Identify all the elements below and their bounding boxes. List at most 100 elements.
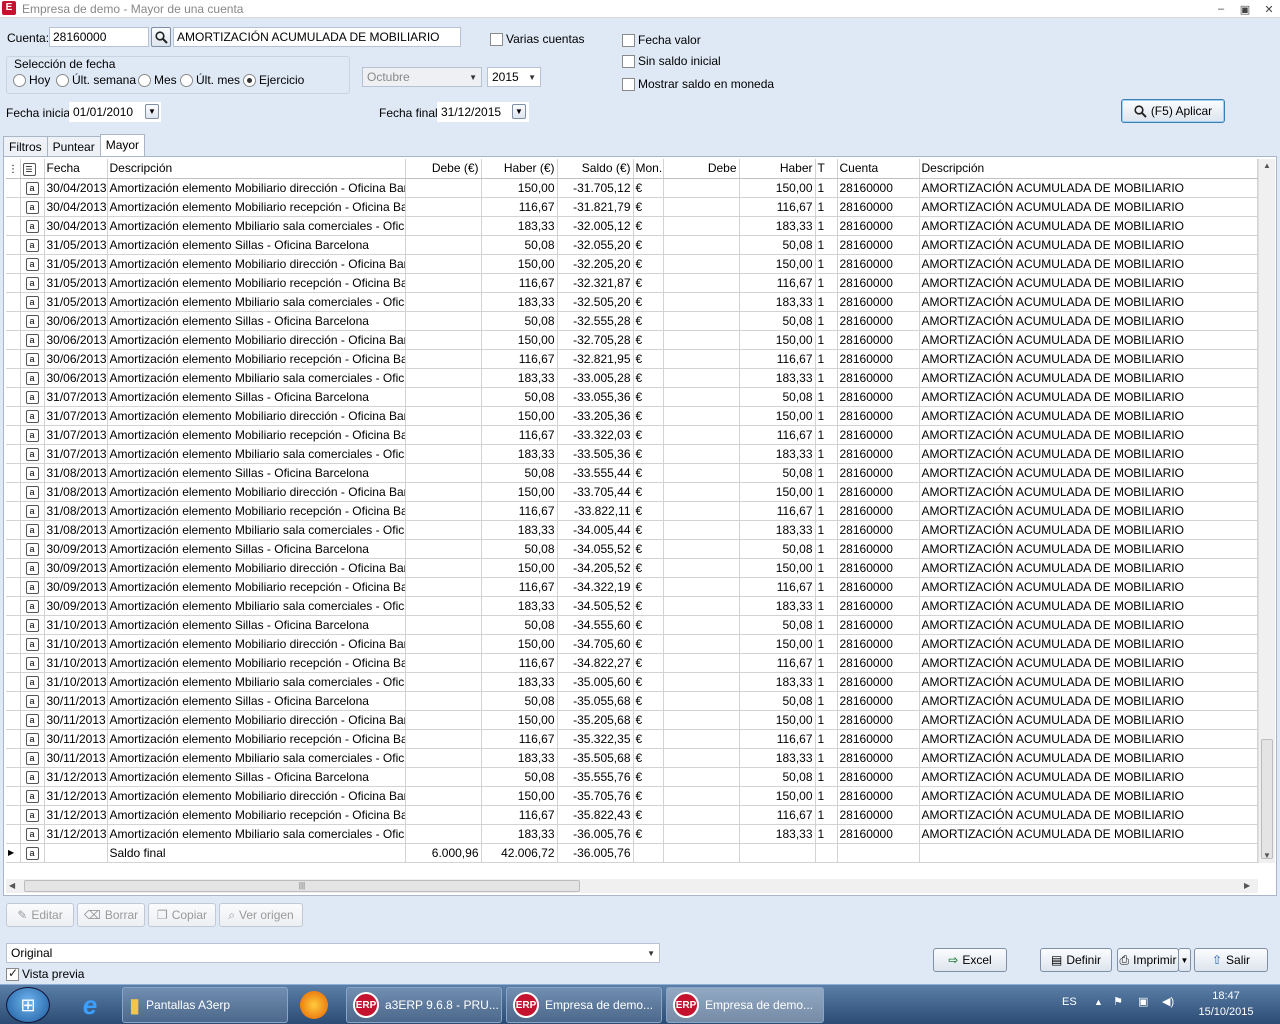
table-row[interactable]: a 30/11/2013 Amortización elemento Mobilia… — [6, 729, 1258, 749]
volume-icon[interactable]: ◀) — [1162, 995, 1174, 1008]
language-indicator[interactable]: ES — [1062, 996, 1077, 1008]
table-row[interactable]: a 30/06/2013 Amortización elemento Sillas … — [6, 311, 1258, 331]
minimize-icon[interactable]: – — [1214, 3, 1228, 15]
table-row[interactable]: a 30/04/2013 Amortización elemento Mobilia… — [6, 178, 1258, 198]
table-row[interactable]: a 30/06/2013 Amortización elemento Mobilia… — [6, 349, 1258, 369]
column-chooser-icon[interactable]: ☰ — [20, 159, 45, 179]
row-selector[interactable] — [6, 444, 21, 464]
table-row[interactable]: a 30/09/2013 Amortización elemento Mobilia… — [6, 558, 1258, 578]
row-selector[interactable] — [6, 292, 21, 312]
scroll-left-icon[interactable]: ◀ — [9, 881, 15, 890]
row-selector[interactable] — [6, 634, 21, 654]
row-selector[interactable] — [6, 216, 21, 236]
row-selector[interactable] — [6, 520, 21, 540]
tab-mayor[interactable]: Mayor — [99, 134, 146, 156]
row-selector[interactable] — [6, 501, 21, 521]
table-row[interactable]: a 30/04/2013 Amortización elemento Mbiliar… — [6, 216, 1258, 236]
table-row[interactable]: a 30/06/2013 Amortización elemento Mobilia… — [6, 330, 1258, 350]
col-haber-eur[interactable]: Haber (€) — [481, 159, 558, 179]
table-row[interactable]: a 31/05/2013 Amortización elemento Mbiliar… — [6, 292, 1258, 312]
table-row[interactable]: a 30/11/2013 Amortización elemento Sillas … — [6, 691, 1258, 711]
col-fecha[interactable]: Fecha — [44, 159, 108, 179]
row-selector[interactable] — [6, 406, 21, 426]
tab-filtros[interactable]: Filtros — [3, 136, 48, 156]
row-selector[interactable] — [6, 254, 21, 274]
radio-mes[interactable]: Mes — [138, 73, 177, 87]
table-row[interactable]: a 31/07/2013 Amortización elemento Mobilia… — [6, 425, 1258, 445]
taskbar-item-a3erp[interactable]: ERP a3ERP 9.6.8 - PRU... — [346, 987, 502, 1023]
row-selector[interactable] — [6, 767, 21, 787]
show-hidden-icons-icon[interactable]: ▲ — [1094, 997, 1103, 1007]
row-selector-current[interactable]: ▶ — [6, 843, 21, 863]
vertical-scrollbar[interactable]: ▲ ▼ — [1258, 159, 1275, 863]
horizontal-scrollbar[interactable]: ◀ ||| ▶ — [6, 879, 1258, 893]
vertical-scroll-thumb[interactable] — [1261, 739, 1273, 859]
row-selector[interactable] — [6, 558, 21, 578]
clock-time[interactable]: 18:47 — [1196, 990, 1256, 1002]
col-tipo[interactable]: T — [815, 159, 838, 179]
table-row[interactable]: a 31/08/2013 Amortización elemento Mobilia… — [6, 482, 1258, 502]
row-selector[interactable] — [6, 330, 21, 350]
table-row[interactable]: a 30/06/2013 Amortización elemento Mbiliar… — [6, 368, 1258, 388]
table-row[interactable]: a 31/10/2013 Amortización elemento Mobilia… — [6, 653, 1258, 673]
horizontal-scroll-thumb[interactable]: ||| — [24, 880, 580, 892]
row-selector[interactable] — [6, 691, 21, 711]
vista-previa-checkbox[interactable]: Vista previa — [6, 966, 84, 981]
row-selector[interactable] — [6, 425, 21, 445]
fecha-final-dropdown[interactable]: ▼ — [512, 104, 526, 119]
table-row[interactable]: a 31/10/2013 Amortización elemento Mobilia… — [6, 634, 1258, 654]
fecha-valor-checkbox[interactable]: Fecha valor — [622, 33, 701, 47]
scroll-down-icon[interactable]: ▼ — [1263, 851, 1271, 860]
row-selector[interactable] — [6, 178, 21, 198]
row-selector[interactable] — [6, 482, 21, 502]
copiar-button[interactable]: ❐ Copiar — [148, 903, 216, 927]
row-selector[interactable] — [6, 653, 21, 673]
sin-saldo-inicial-checkbox[interactable]: Sin saldo inicial — [622, 54, 721, 68]
imprimir-button[interactable]: ⎙ Imprimir — [1117, 948, 1179, 972]
table-row[interactable]: a 31/08/2013 Amortización elemento Sillas … — [6, 463, 1258, 483]
row-selector[interactable] — [6, 786, 21, 806]
row-selector[interactable] — [6, 273, 21, 293]
col-debe-eur[interactable]: Debe (€) — [405, 159, 482, 179]
table-row[interactable]: a 30/11/2013 Amortización elemento Mbiliar… — [6, 748, 1258, 768]
scroll-right-icon[interactable]: ▶ — [1244, 881, 1250, 890]
borrar-button[interactable]: ⌫ Borrar — [77, 903, 145, 927]
radio-ult-semana[interactable]: Últ. semana — [56, 73, 136, 87]
row-selector[interactable] — [6, 710, 21, 730]
row-selector[interactable] — [6, 311, 21, 331]
clock-date[interactable]: 15/10/2015 — [1192, 1006, 1260, 1018]
row-selector[interactable] — [6, 748, 21, 768]
definir-button[interactable]: ▤ Definir — [1040, 948, 1112, 972]
table-row[interactable]: a 31/12/2013 Amortización elemento Sillas … — [6, 767, 1258, 787]
col-moneda[interactable]: Mon. — [633, 159, 664, 179]
flag-icon[interactable]: ⚑ — [1113, 995, 1123, 1008]
total-row[interactable]: ▶ a Saldo final 6.000,96 42.006,72 -36.005,76 — [6, 843, 1258, 863]
firefox-taskbar[interactable] — [292, 987, 336, 1023]
table-row[interactable]: a 31/07/2013 Amortización elemento Mobilia… — [6, 406, 1258, 426]
table-row[interactable]: a 31/08/2013 Amortización elemento Mobilia… — [6, 501, 1258, 521]
row-selector[interactable] — [6, 197, 21, 217]
taskbar-item-empresa-2[interactable]: ERP Empresa de demo... — [666, 987, 824, 1023]
ver-origen-button[interactable]: ⌕ Ver origen — [219, 903, 303, 927]
cuenta-input[interactable]: 28160000 — [49, 27, 149, 47]
imprimir-dropdown[interactable]: ▼ — [1178, 948, 1191, 972]
table-row[interactable]: a 31/10/2013 Amortización elemento Sillas … — [6, 615, 1258, 635]
table-row[interactable]: a 30/09/2013 Amortización elemento Mobilia… — [6, 577, 1258, 597]
col-cuenta[interactable]: Cuenta — [837, 159, 920, 179]
table-row[interactable]: a 30/09/2013 Amortización elemento Mbiliar… — [6, 596, 1258, 616]
table-row[interactable]: a 31/05/2013 Amortización elemento Mobilia… — [6, 273, 1258, 293]
row-selector[interactable] — [6, 729, 21, 749]
row-selector[interactable] — [6, 349, 21, 369]
table-row[interactable]: a 31/05/2013 Amortización elemento Mobilia… — [6, 254, 1258, 274]
mes-select[interactable]: Octubre ▼ — [362, 67, 482, 87]
varias-cuentas-checkbox[interactable]: Varias cuentas — [490, 32, 585, 46]
row-selector[interactable] — [6, 539, 21, 559]
row-selector[interactable] — [6, 824, 21, 844]
taskbar-item-pantallas[interactable]: ▮ Pantallas A3erp — [122, 987, 288, 1023]
salir-button[interactable]: ⇧ Salir — [1194, 948, 1268, 972]
col-haber[interactable]: Haber — [739, 159, 816, 179]
row-selector-header[interactable]: ⋮ — [6, 159, 21, 179]
radio-ult-mes[interactable]: Últ. mes — [180, 73, 240, 87]
format-select[interactable]: Original ▼ — [6, 943, 660, 963]
table-row[interactable]: a 31/12/2013 Amortización elemento Mbiliar… — [6, 824, 1258, 844]
